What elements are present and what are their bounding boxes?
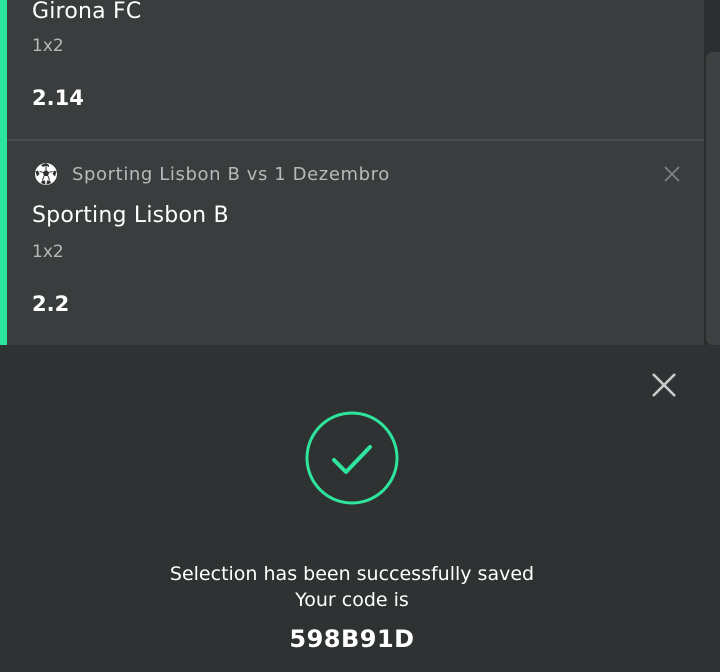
selection-accent-bar bbox=[0, 0, 7, 345]
selection-outcome: Sporting Lisbon B bbox=[32, 203, 229, 228]
betslip-list: Girona FC 1x2 2.14 Sporting Lisbon B vs … bbox=[0, 0, 704, 345]
check-circle-icon bbox=[305, 411, 399, 505]
remove-selection-close-icon[interactable] bbox=[662, 164, 682, 184]
modal-close-icon[interactable] bbox=[651, 372, 677, 398]
selection-card: Sporting Lisbon B vs 1 Dezembro Sporting… bbox=[7, 141, 704, 345]
app-frame: Girona FC 1x2 2.14 Sporting Lisbon B vs … bbox=[0, 0, 720, 672]
selection-market: 1x2 bbox=[32, 242, 64, 262]
booking-code: 598B91D bbox=[289, 625, 415, 653]
scrollbar-thumb[interactable] bbox=[706, 52, 720, 345]
selection-event-row: Sporting Lisbon B vs 1 Dezembro bbox=[34, 161, 390, 187]
success-message: Selection has been successfully saved bbox=[169, 563, 535, 585]
selection-odds: 2.2 bbox=[32, 292, 70, 316]
selection-market: 1x2 bbox=[32, 36, 64, 56]
selection-odds: 2.14 bbox=[32, 86, 84, 110]
selection-outcome: Girona FC bbox=[32, 0, 142, 24]
soccer-ball-icon bbox=[35, 163, 57, 185]
selection-event-name: Sporting Lisbon B vs 1 Dezembro bbox=[72, 163, 390, 185]
code-label: Your code is bbox=[295, 589, 409, 611]
selection-card: Girona FC 1x2 2.14 bbox=[7, 0, 704, 139]
